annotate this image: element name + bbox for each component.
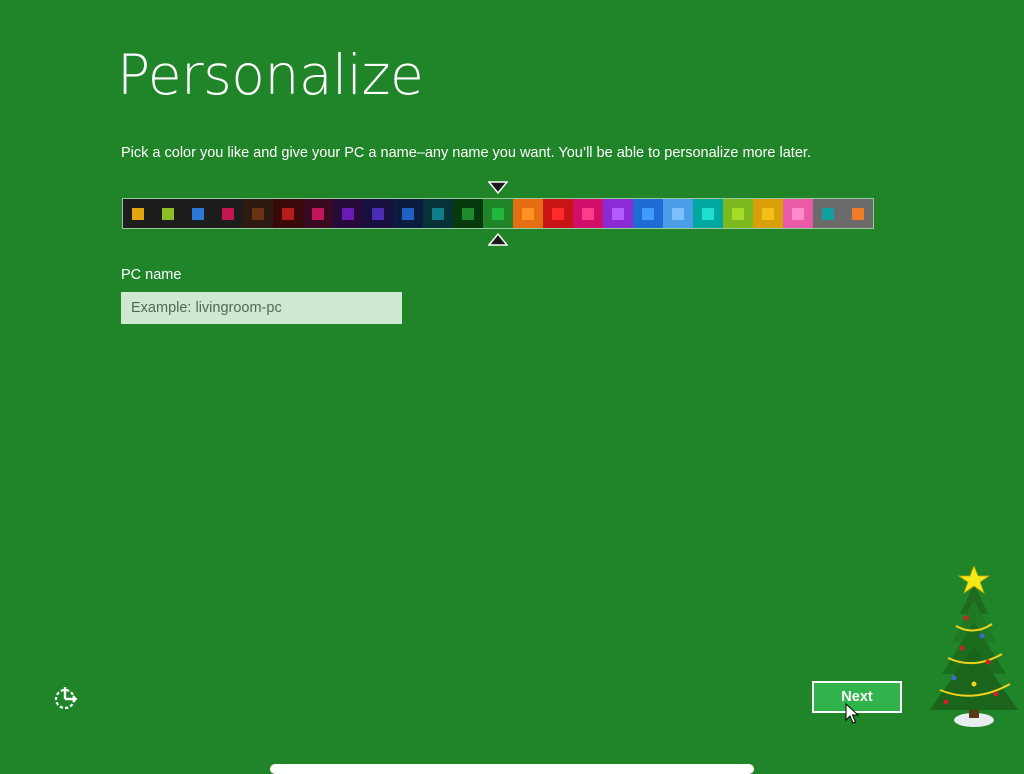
color-swatch-chip: [222, 207, 234, 220]
color-swatch-chip: [132, 207, 144, 220]
instructions-text: Pick a color you like and give your PC a…: [121, 145, 811, 161]
color-swatch[interactable]: [273, 199, 303, 228]
color-swatch[interactable]: [633, 199, 663, 228]
color-swatch-chip: [402, 207, 414, 220]
color-swatch[interactable]: [303, 199, 333, 228]
color-swatch[interactable]: [363, 199, 393, 228]
color-swatch[interactable]: [183, 199, 213, 228]
color-swatch[interactable]: [153, 199, 183, 228]
christmas-tree-icon: [930, 566, 1018, 727]
color-swatch[interactable]: [753, 199, 783, 228]
color-swatch-chip: [822, 207, 834, 220]
color-swatch[interactable]: [573, 199, 603, 228]
color-swatch[interactable]: [453, 199, 483, 228]
color-swatch[interactable]: [243, 199, 273, 228]
color-swatch[interactable]: [423, 199, 453, 228]
color-swatch[interactable]: [333, 199, 363, 228]
color-swatch[interactable]: [393, 199, 423, 228]
color-swatch[interactable]: [603, 199, 633, 228]
page-title: Personalize: [117, 43, 424, 107]
color-swatch[interactable]: [813, 199, 843, 228]
selected-color-arrow-up-icon: [488, 232, 508, 246]
color-swatch-chip: [342, 207, 354, 220]
color-picker: [122, 198, 874, 229]
next-button[interactable]: Next: [812, 681, 902, 713]
color-swatch-chip: [702, 207, 714, 220]
color-swatch-chip: [732, 207, 744, 220]
pc-name-input[interactable]: [121, 292, 402, 324]
color-swatch-chip: [762, 207, 774, 220]
color-swatch-chip: [522, 207, 534, 220]
color-swatch[interactable]: [663, 199, 693, 228]
color-swatch[interactable]: [693, 199, 723, 228]
color-swatch-chip: [672, 207, 684, 220]
color-swatch-chip: [642, 207, 654, 220]
color-swatch-chip: [612, 207, 624, 220]
color-swatch[interactable]: [123, 199, 153, 228]
color-swatch-chip: [852, 207, 864, 220]
color-swatch-chip: [372, 207, 384, 220]
color-swatch[interactable]: [843, 199, 873, 228]
color-swatch[interactable]: [513, 199, 543, 228]
ease-of-access-icon[interactable]: [52, 684, 80, 712]
color-swatch[interactable]: [483, 199, 513, 228]
color-swatch-chip: [792, 207, 804, 220]
bottom-bar: [270, 764, 754, 774]
color-swatch[interactable]: [723, 199, 753, 228]
color-swatch-chip: [432, 207, 444, 220]
color-swatch-chip: [192, 207, 204, 220]
color-swatch-chip: [162, 207, 174, 220]
selected-color-arrow-down-icon: [488, 181, 508, 195]
color-swatch[interactable]: [543, 199, 573, 228]
color-swatch[interactable]: [213, 199, 243, 228]
color-swatch-chip: [252, 207, 264, 220]
pc-name-label: PC name: [121, 267, 182, 283]
color-swatch-chip: [462, 207, 474, 220]
color-swatch-chip: [312, 207, 324, 220]
color-swatch-chip: [552, 207, 564, 220]
color-swatch-chip: [492, 207, 504, 220]
color-swatch-chip: [282, 207, 294, 220]
color-swatch-chip: [582, 207, 594, 220]
color-swatch[interactable]: [783, 199, 813, 228]
